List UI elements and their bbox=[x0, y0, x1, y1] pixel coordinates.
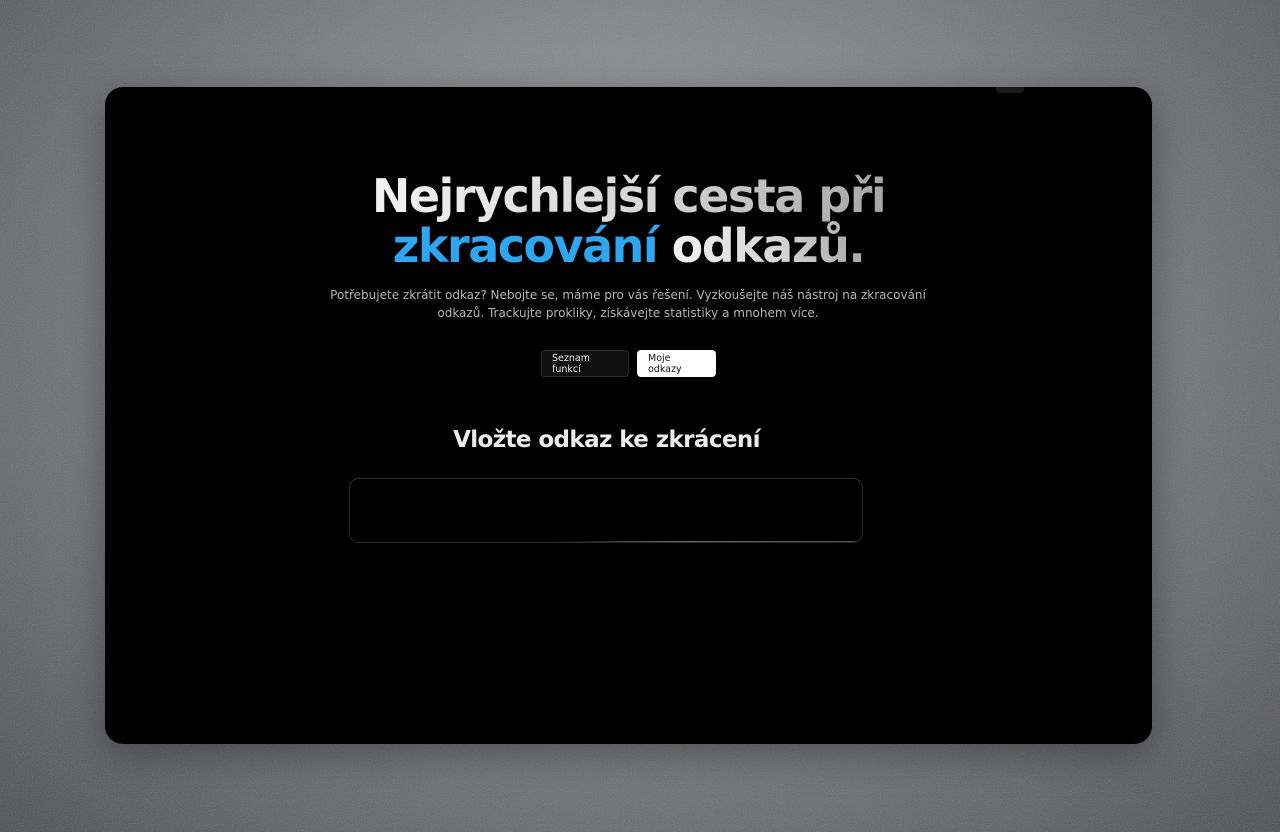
card-top-tab bbox=[996, 87, 1024, 93]
hero-subtitle: Potřebujete zkrátit odkaz? Nebojte se, m… bbox=[330, 288, 926, 320]
main-card: Nejrychlejší cesta při zkracování odkazů… bbox=[105, 87, 1152, 744]
features-button[interactable]: Seznam funkcí bbox=[541, 350, 629, 377]
hero-title-line1: Nejrychlejší cesta při bbox=[371, 169, 887, 223]
url-input-container bbox=[349, 478, 863, 543]
url-input[interactable] bbox=[350, 479, 862, 542]
hero-actions: Seznam funkcí Moje odkazy bbox=[105, 350, 1152, 377]
hero-title: Nejrychlejší cesta při zkracování odkazů… bbox=[105, 171, 1152, 271]
hero-title-rest: odkazů. bbox=[671, 219, 866, 273]
hero-title-accent: zkracování bbox=[392, 219, 659, 273]
shortener-heading: Vložte odkaz ke zkrácení bbox=[453, 427, 760, 453]
my-links-button[interactable]: Moje odkazy bbox=[637, 350, 716, 377]
